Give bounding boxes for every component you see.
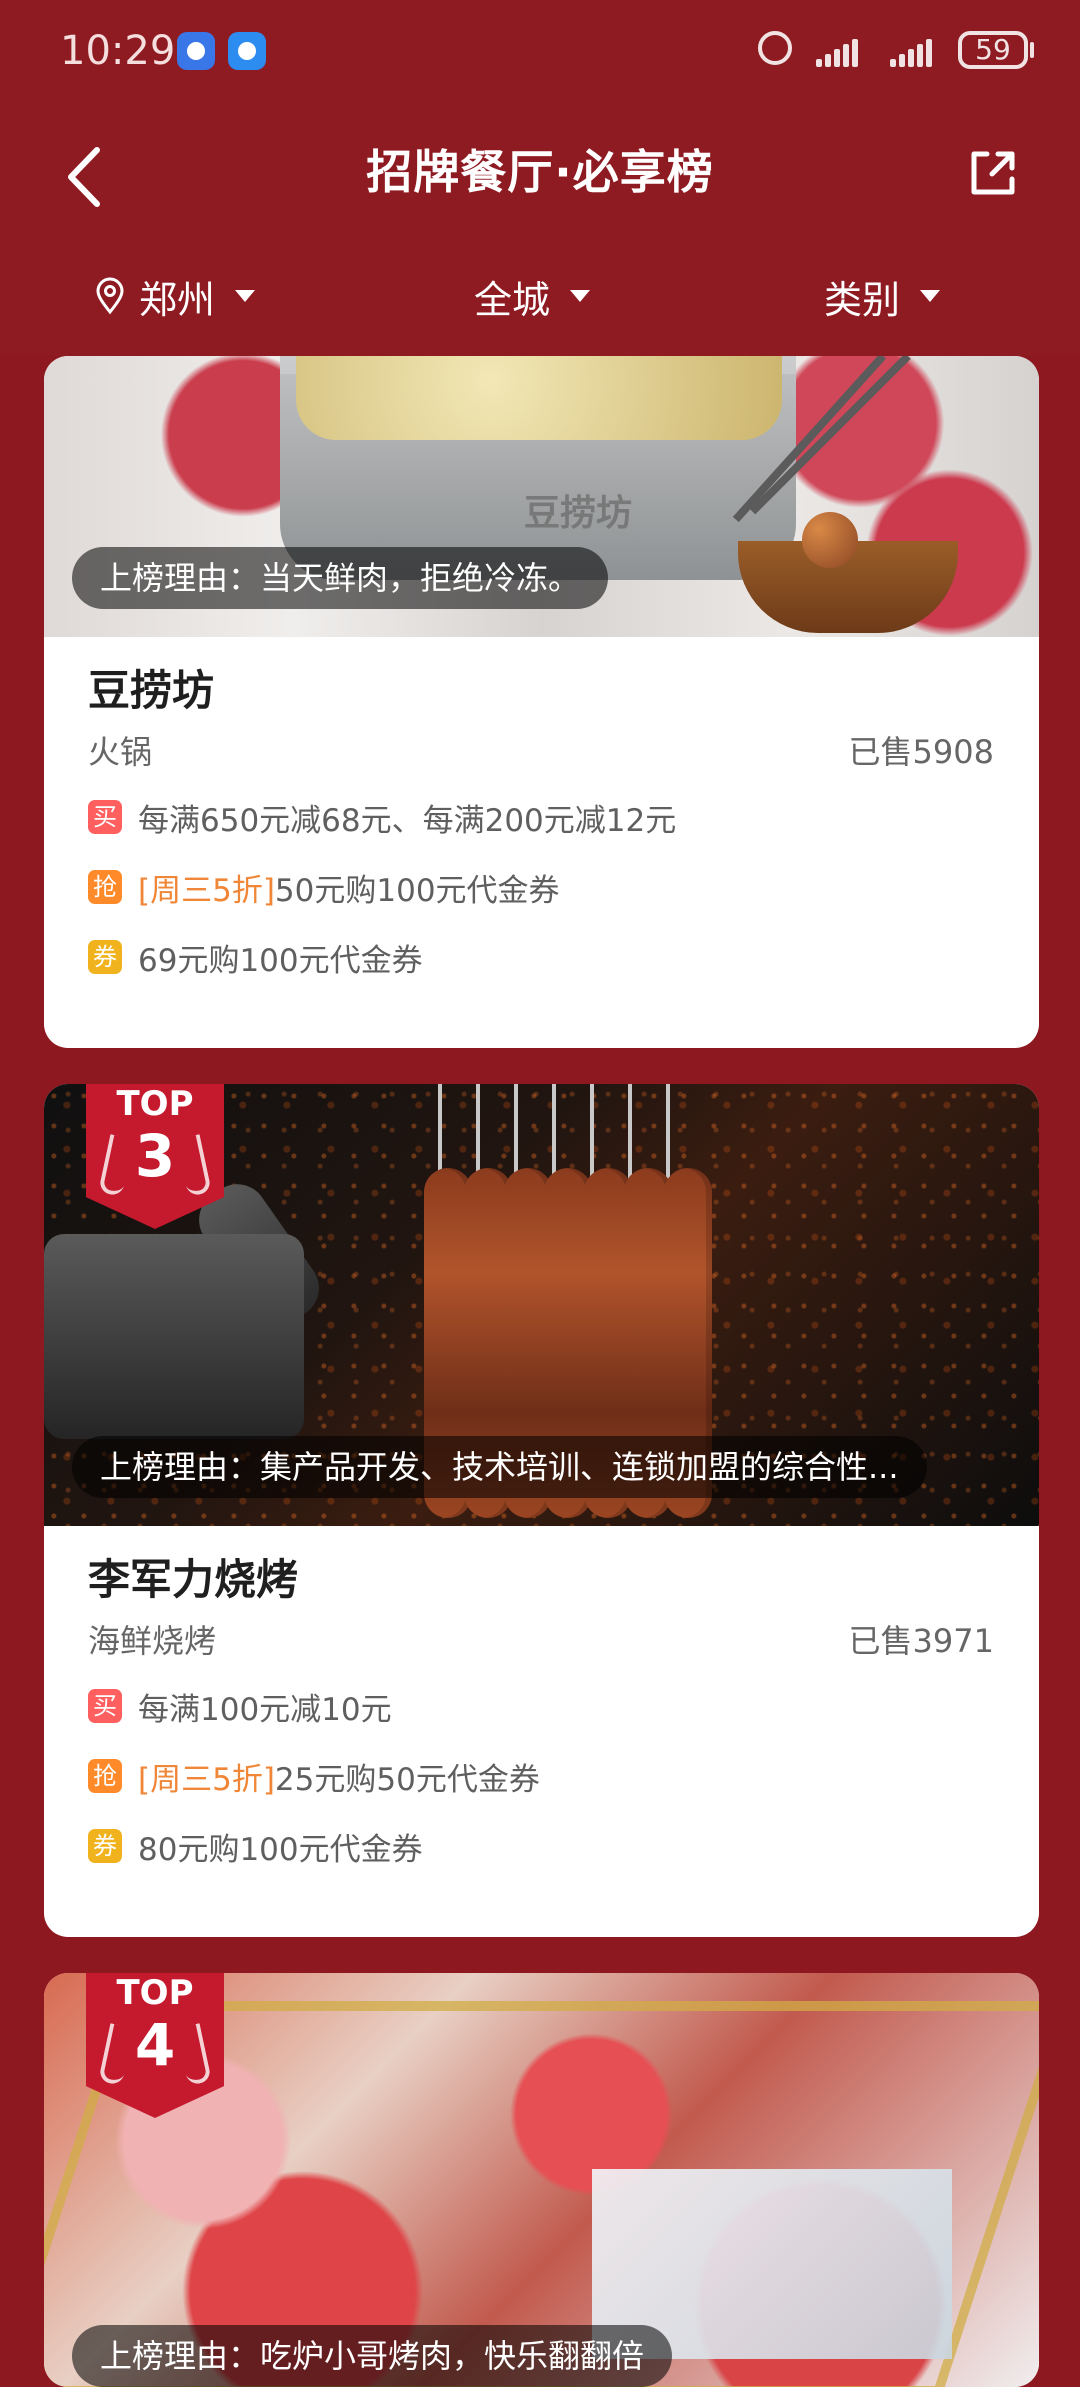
category-filter-label: 类别 <box>824 277 901 322</box>
restaurant-image[interactable]: TOP 4 上榜理由：吃炉小哥烤肉，快乐翻翻倍 <box>44 1973 1039 2387</box>
buy-tag-icon: 买 <box>88 1689 122 1723</box>
promotion-text: 80元购100元代金券 <box>138 1831 423 1868</box>
restaurant-card[interactable]: TOP 4 上榜理由：吃炉小哥烤肉，快乐翻翻倍 <box>44 1973 1039 2387</box>
notification-app-icon <box>177 32 215 70</box>
share-icon <box>971 151 1015 195</box>
restaurant-meta: 火锅 已售5908 <box>88 731 994 773</box>
signal-icon-secondary <box>890 37 938 67</box>
ranking-reason: 上榜理由：集产品开发、技术培训、连锁加盟的综合性... <box>72 1436 927 1498</box>
restaurant-meta: 海鲜烧烤 已售3971 <box>88 1620 994 1662</box>
weekday-discount-label: [周三5折] <box>138 1761 275 1798</box>
status-bar: 10:29 59 <box>0 0 1080 108</box>
rank-label: TOP <box>116 1084 194 1124</box>
flash-deal-tag-icon: 抢 <box>88 870 122 904</box>
promotion-row[interactable]: 抢 [周三5折] 25元购50元代金券 <box>88 1750 994 1802</box>
dropdown-icon <box>570 290 591 302</box>
city-filter-label: 郑州 <box>139 277 216 322</box>
alarm-icon <box>758 31 792 65</box>
pot-brand-text: 豆捞坊 <box>524 493 633 534</box>
restaurant-image[interactable]: TOP 3 上榜理由：集产品开发、技术培训、连锁加盟的综合性... <box>44 1084 1039 1526</box>
flash-deal-tag-icon: 抢 <box>88 1759 122 1793</box>
battery-indicator: 59 <box>958 31 1028 69</box>
city-filter[interactable]: 郑州 <box>95 266 256 326</box>
top-navigation: 招牌餐厅·必享榜 <box>0 108 1080 248</box>
restaurant-name[interactable]: 李军力烧烤 <box>88 1550 994 1610</box>
promotion-row[interactable]: 买 每满650元减68元、每满200元减12元 <box>88 791 994 843</box>
coupon-tag-icon: 券 <box>88 940 122 974</box>
battery-tip-icon <box>1030 42 1034 58</box>
ranking-reason: 上榜理由：吃炉小哥烤肉，快乐翻翻倍 <box>72 2325 673 2387</box>
restaurant-card[interactable]: 豆捞坊 上榜理由：当天鲜肉，拒绝冷冻。 豆捞坊 火锅 已售5908 买 每满65… <box>44 356 1039 1048</box>
promotion-row[interactable]: 券 80元购100元代金券 <box>88 1820 994 1872</box>
location-icon <box>96 277 124 315</box>
rank-label: TOP <box>116 1973 194 2013</box>
ranking-reason: 上榜理由：当天鲜肉，拒绝冷冻。 <box>72 547 609 609</box>
promotion-row[interactable]: 抢 [周三5折] 50元购100元代金券 <box>88 861 994 913</box>
promotion-text: 25元购50元代金券 <box>274 1761 540 1798</box>
share-button[interactable] <box>962 142 1024 204</box>
hotpot-soup <box>296 356 782 440</box>
battery-level: 59 <box>975 33 1011 66</box>
filter-bar: 郑州 全城 类别 <box>0 248 1080 356</box>
buy-tag-icon: 买 <box>88 800 122 834</box>
status-time: 10:29 <box>60 28 176 74</box>
restaurant-info: 豆捞坊 火锅 已售5908 买 每满650元减68元、每满200元减12元 抢 … <box>44 637 1039 1007</box>
promotion-row[interactable]: 买 每满100元减10元 <box>88 1680 994 1732</box>
dropdown-icon <box>920 290 941 302</box>
restaurant-card[interactable]: TOP 3 上榜理由：集产品开发、技术培训、连锁加盟的综合性... 李军力烧烤 … <box>44 1084 1039 1937</box>
scope-filter[interactable]: 全城 <box>474 266 591 326</box>
scope-filter-label: 全城 <box>474 277 551 322</box>
weather-app-icon <box>228 32 266 70</box>
page-title: 招牌餐厅·必享榜 <box>366 145 714 199</box>
restaurant-name[interactable]: 豆捞坊 <box>88 661 994 721</box>
sold-count: 已售5908 <box>848 733 994 771</box>
restaurant-info: 李军力烧烤 海鲜烧烤 已售3971 买 每满100元减10元 抢 [周三5折] … <box>44 1526 1039 1896</box>
promotion-row[interactable]: 券 69元购100元代金券 <box>88 931 994 983</box>
promotion-text: 69元购100元代金券 <box>138 942 423 979</box>
promotion-text: 50元购100元代金券 <box>274 872 560 909</box>
promotion-text: 每满100元减10元 <box>138 1691 392 1728</box>
weekday-discount-label: [周三5折] <box>138 872 275 909</box>
category-filter[interactable]: 类别 <box>824 266 941 326</box>
restaurant-category: 海鲜烧烤 <box>88 1622 217 1660</box>
restaurant-image[interactable]: 豆捞坊 上榜理由：当天鲜肉，拒绝冷冻。 <box>44 356 1039 637</box>
dropdown-icon <box>235 290 256 302</box>
signal-icon <box>816 37 864 67</box>
sold-count: 已售3971 <box>848 1622 994 1660</box>
mortar <box>44 1234 304 1439</box>
promotion-text: 每满650元减68元、每满200元减12元 <box>138 802 677 839</box>
meatball <box>802 512 858 568</box>
restaurant-category: 火锅 <box>88 733 153 771</box>
coupon-tag-icon: 券 <box>88 1829 122 1863</box>
